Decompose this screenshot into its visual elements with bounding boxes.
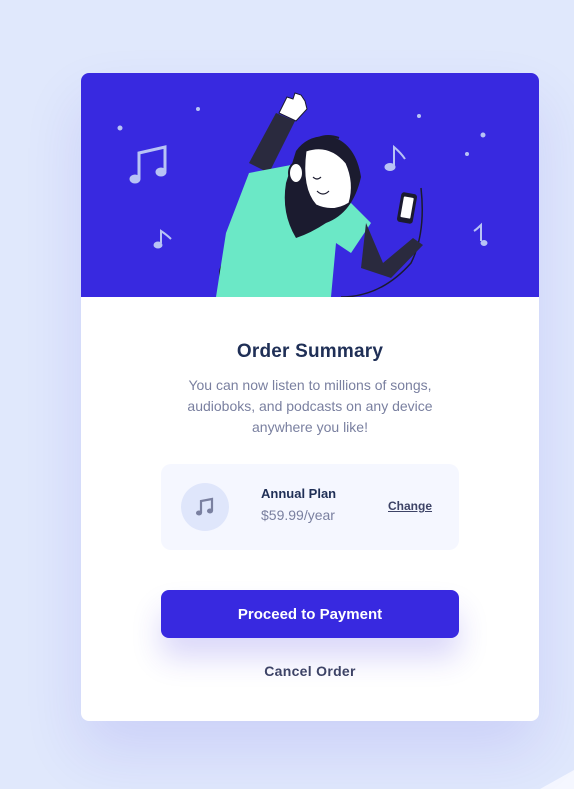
order-summary-card: Order Summary You can now listen to mill… xyxy=(81,73,539,721)
order-summary-description: You can now listen to millions of songs,… xyxy=(187,377,433,435)
change-plan-link[interactable]: Change xyxy=(388,499,432,513)
proceed-to-payment-button[interactable]: Proceed to Payment xyxy=(161,590,459,638)
plan-price: $59.99/year xyxy=(261,507,335,523)
plan-name: Annual Plan xyxy=(261,486,337,501)
hero-illustration xyxy=(81,73,539,297)
plan-panel: Annual Plan $59.99/year Change xyxy=(161,464,459,550)
cancel-order-button[interactable]: Cancel Order xyxy=(161,659,459,683)
order-summary-title: Order Summary xyxy=(236,341,384,362)
music-note-icon xyxy=(181,483,229,531)
